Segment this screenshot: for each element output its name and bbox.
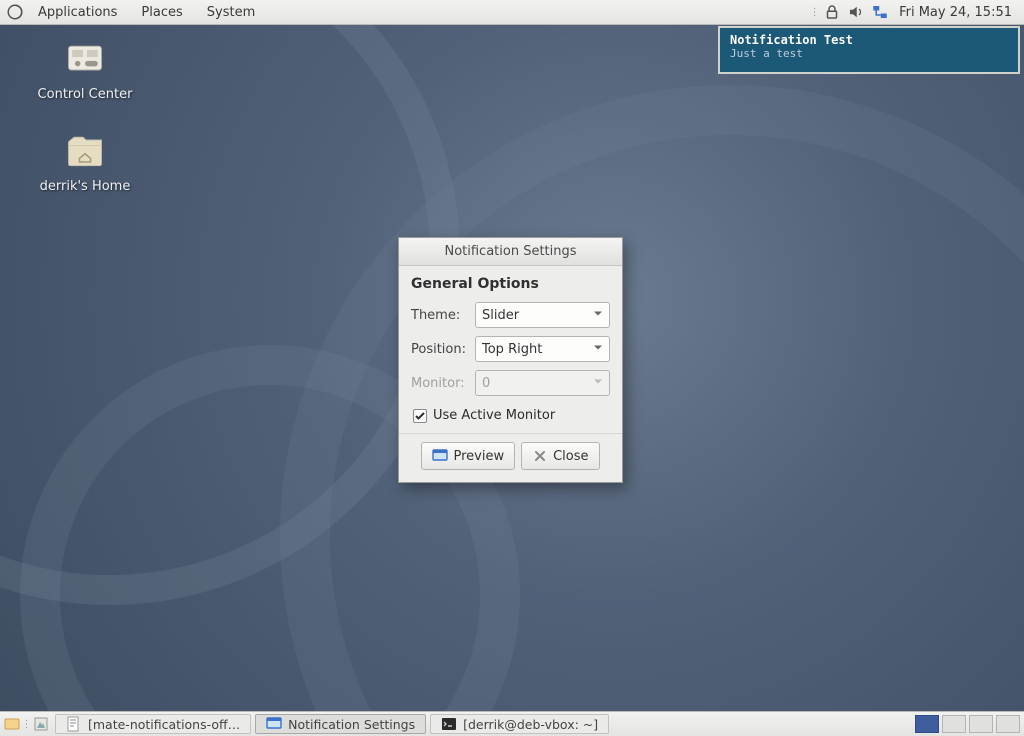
- task-button-label: Notification Settings: [288, 717, 415, 732]
- combo-position-value: Top Right: [482, 342, 542, 357]
- dialog-title: Notification Settings: [399, 238, 622, 266]
- menu-places[interactable]: Places: [131, 2, 192, 23]
- preview-button-label: Preview: [453, 449, 504, 464]
- distro-logo-icon[interactable]: [6, 3, 24, 21]
- label-monitor: Monitor:: [411, 376, 475, 391]
- combo-theme-value: Slider: [482, 308, 519, 323]
- row-monitor: Monitor: 0: [411, 370, 610, 396]
- dialog-body: General Options Theme: Slider Position: …: [399, 266, 622, 433]
- desktop-icon-home[interactable]: derrik's Home: [30, 129, 140, 194]
- checkbox-use-active-monitor[interactable]: [413, 409, 427, 423]
- folder-home-icon: [63, 129, 107, 173]
- preview-button[interactable]: Preview: [421, 442, 515, 470]
- clock[interactable]: Fri May 24, 15:51: [895, 5, 1016, 20]
- close-icon: [532, 449, 548, 463]
- notification-title: Notification Test: [730, 33, 1008, 47]
- task-button-label: [derrik@deb-vbox: ~]: [463, 717, 598, 732]
- chevron-down-icon: [593, 342, 603, 357]
- chevron-down-icon: [593, 376, 603, 391]
- workspace-3[interactable]: [969, 715, 993, 733]
- desktop-icon-label: Control Center: [30, 87, 140, 102]
- notification-popup[interactable]: Notification Test Just a test: [718, 26, 1020, 74]
- network-icon[interactable]: [871, 3, 889, 21]
- task-button-editor[interactable]: [mate-notifications-off…: [55, 714, 251, 734]
- bottom-panel: ⋮ [mate-notifications-off… Notification …: [0, 711, 1024, 736]
- row-position: Position: Top Right: [411, 336, 610, 362]
- menu-applications[interactable]: Applications: [28, 2, 127, 23]
- tray-separator-icon: ⋮: [812, 7, 817, 18]
- row-use-active-monitor[interactable]: Use Active Monitor: [411, 404, 610, 431]
- task-button-terminal[interactable]: [derrik@deb-vbox: ~]: [430, 714, 609, 734]
- system-tray: ⋮ Fri May 24, 15:51: [812, 3, 1024, 21]
- control-center-icon: [63, 37, 107, 81]
- volume-icon[interactable]: [847, 3, 865, 21]
- task-button-notification-settings[interactable]: Notification Settings: [255, 714, 426, 734]
- chevron-down-icon: [593, 308, 603, 323]
- label-theme: Theme:: [411, 308, 475, 323]
- desktop: Control Center derrik's Home Notificatio…: [0, 25, 1024, 711]
- check-icon: [414, 410, 426, 422]
- top-panel: Applications Places System ⋮ Fri May 24,…: [0, 0, 1024, 25]
- taskbar: [mate-notifications-off… Notification Se…: [53, 712, 611, 736]
- workspace-4[interactable]: [996, 715, 1020, 733]
- notification-settings-dialog: Notification Settings General Options Th…: [398, 237, 623, 483]
- combo-monitor: 0: [475, 370, 610, 396]
- lock-icon[interactable]: [823, 3, 841, 21]
- workspace-switcher: [911, 712, 1024, 736]
- close-button-label: Close: [553, 449, 588, 464]
- menu-system[interactable]: System: [197, 2, 265, 23]
- launcher-icon[interactable]: [29, 712, 53, 736]
- dialog-actions: Preview Close: [399, 433, 622, 482]
- workspace-2[interactable]: [942, 715, 966, 733]
- close-button[interactable]: Close: [521, 442, 599, 470]
- task-button-label: [mate-notifications-off…: [88, 717, 240, 732]
- label-position: Position:: [411, 342, 475, 357]
- desktop-icon-control-center[interactable]: Control Center: [30, 37, 140, 102]
- workspace-1[interactable]: [915, 715, 939, 733]
- notification-body: Just a test: [730, 47, 1008, 60]
- show-desktop-icon[interactable]: [0, 712, 24, 736]
- notification-settings-icon: [266, 716, 282, 732]
- terminal-icon: [441, 716, 457, 732]
- combo-theme[interactable]: Slider: [475, 302, 610, 328]
- text-editor-icon: [66, 716, 82, 732]
- desktop-icon-label: derrik's Home: [30, 179, 140, 194]
- combo-position[interactable]: Top Right: [475, 336, 610, 362]
- combo-monitor-value: 0: [482, 376, 490, 391]
- main-menu: Applications Places System: [0, 2, 265, 23]
- checkbox-label: Use Active Monitor: [433, 408, 555, 423]
- preview-icon: [432, 449, 448, 463]
- section-general-options: General Options: [411, 276, 610, 292]
- row-theme: Theme: Slider: [411, 302, 610, 328]
